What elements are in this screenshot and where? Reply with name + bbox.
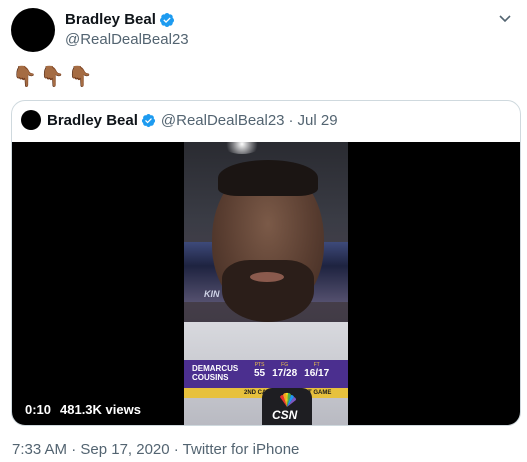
quoted-tweet-card[interactable]: Bradley Beal @RealDealBeal23 · Jul 29 KI… (11, 100, 521, 426)
player-beard (222, 260, 314, 322)
tweet-header: Bradley Beal @RealDealBeal23 (11, 7, 189, 52)
verified-badge-icon (141, 113, 155, 127)
video-frame: KIN DEMARCUS COUSINS PTS 55 FG 17/28 FT … (184, 142, 348, 425)
video-view-count: 481.3K views (60, 402, 141, 417)
stat-value: 55 (254, 368, 266, 379)
broadcast-lower-third: DEMARCUS COUSINS PTS 55 FG 17/28 FT 16/1… (184, 360, 348, 388)
arena-light (222, 142, 262, 154)
tweet-text: 👇🏾👇🏾👇🏾 (12, 66, 96, 88)
author-name-row: Bradley Beal (65, 10, 189, 29)
quoted-author-avatar[interactable] (21, 110, 41, 130)
mic-flag-text: CSN (272, 408, 298, 422)
player-first-name: DEMARCUS (192, 364, 239, 373)
stat-value: 17/28 (272, 368, 298, 379)
verified-badge-icon (159, 12, 174, 27)
more-chevron-icon[interactable] (497, 10, 513, 26)
stat-value: 16/17 (304, 368, 330, 379)
player-stats: PTS 55 FG 17/28 FT 16/17 (254, 362, 336, 380)
nbc-peacock-icon (280, 392, 297, 407)
stat-fg: FG 17/28 (272, 362, 297, 380)
arena-sign-text: KIN (204, 289, 220, 299)
player-last-name: COUSINS (192, 373, 229, 382)
tweet-timestamp-source[interactable]: 7:33 AM · Sep 17, 2020 · Twitter for iPh… (12, 441, 299, 459)
player-mouth (250, 272, 284, 282)
player-hair (218, 160, 318, 196)
player-name: DEMARCUS COUSINS (192, 364, 238, 382)
separator-dot: · (288, 111, 294, 129)
author-names: Bradley Beal @RealDealBeal23 (65, 10, 189, 49)
author-avatar[interactable] (11, 7, 55, 52)
author-display-name[interactable]: Bradley Beal (65, 10, 156, 29)
quoted-tweet-header: Bradley Beal @RealDealBeal23 · Jul 29 (21, 110, 338, 130)
quoted-author-name[interactable]: Bradley Beal (47, 112, 138, 129)
quoted-author-handle[interactable]: @RealDealBeal23 (161, 112, 285, 129)
video-elapsed-time: 0:10 (25, 402, 52, 417)
stat-ft: FT 16/17 (304, 362, 329, 380)
stat-pts: PTS 55 (254, 362, 265, 380)
microphone-flag: CSN (262, 388, 312, 425)
video-player[interactable]: KIN DEMARCUS COUSINS PTS 55 FG 17/28 FT … (12, 142, 520, 425)
author-handle[interactable]: @RealDealBeal23 (65, 30, 189, 49)
quoted-date[interactable]: Jul 29 (298, 112, 338, 129)
